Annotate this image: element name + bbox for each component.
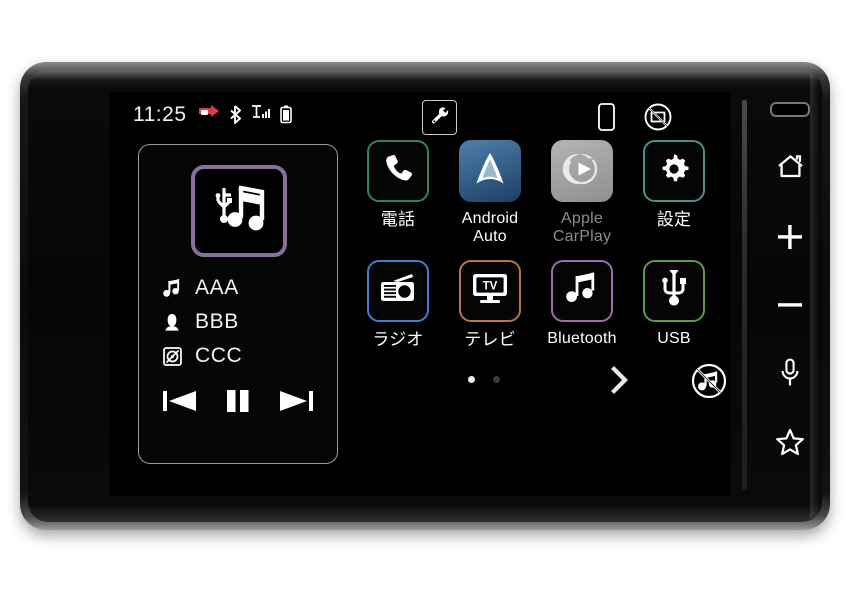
home-icon xyxy=(777,154,804,184)
page-dot-2[interactable] xyxy=(493,376,500,383)
music-note-icon xyxy=(161,278,183,298)
usb-music-icon xyxy=(210,182,268,241)
carplay-icon xyxy=(562,149,602,194)
app-row-2: ラジオ TV テレビ Bluetooth USB xyxy=(360,259,712,349)
app-label-usb: USB xyxy=(657,329,691,347)
signal-strength-icon xyxy=(251,104,271,124)
app-label-phone: 電話 xyxy=(380,210,416,229)
hardware-button-column xyxy=(754,90,822,498)
media-player-card[interactable]: AAA BBB CCC xyxy=(138,144,338,464)
app-tile-phone[interactable] xyxy=(367,140,429,202)
app-android-auto[interactable]: Android Auto xyxy=(452,140,528,246)
page-indicator xyxy=(468,376,500,383)
transport-controls xyxy=(149,387,327,415)
sd-card-slot[interactable] xyxy=(770,102,810,117)
android-auto-icon xyxy=(472,150,508,193)
volume-up-button[interactable] xyxy=(754,216,822,262)
tool-settings-button[interactable] xyxy=(422,100,457,135)
media-row-album: CCC xyxy=(161,339,321,373)
radio-icon xyxy=(379,272,417,309)
volume-down-button[interactable] xyxy=(754,284,822,330)
media-row-track: AAA xyxy=(161,271,321,305)
phone-icon xyxy=(381,152,415,191)
app-label-tv: テレビ xyxy=(464,329,516,349)
app-radio[interactable]: ラジオ xyxy=(360,259,436,349)
svg-text:TV: TV xyxy=(483,281,498,293)
display-off-icon[interactable] xyxy=(643,102,673,137)
device-inner-bezel: 11:25 AAA BBB CCC 電話 Android Auto Apple … xyxy=(28,70,822,522)
microphone-icon xyxy=(779,358,801,393)
next-track-button[interactable] xyxy=(276,387,316,415)
artist-icon xyxy=(161,312,183,332)
app-phone[interactable]: 電話 xyxy=(360,140,436,246)
minus-icon xyxy=(776,291,804,324)
app-tile-android-auto[interactable] xyxy=(459,140,521,202)
home-button[interactable] xyxy=(754,146,822,192)
app-tile-apple-carplay[interactable] xyxy=(551,140,613,202)
bluetooth-icon xyxy=(229,104,242,124)
usb-icon xyxy=(660,269,688,312)
app-tile-usb[interactable] xyxy=(643,259,705,322)
app-label-settings: 設定 xyxy=(656,210,692,229)
touchscreen[interactable]: 11:25 AAA BBB CCC 電話 Android Auto Apple … xyxy=(110,92,730,496)
battery-icon xyxy=(280,105,292,124)
media-metadata: AAA BBB CCC xyxy=(161,271,321,373)
mute-button[interactable] xyxy=(690,362,728,405)
app-label-text: Apple CarPlay xyxy=(552,210,612,245)
app-tv[interactable]: TV テレビ xyxy=(452,259,528,349)
screenshot-root: 11:25 AAA BBB CCC 電話 Android Auto Apple … xyxy=(0,0,850,600)
app-label-radio: ラジオ xyxy=(372,329,424,349)
media-track-title: AAA xyxy=(195,276,239,299)
previous-track-button[interactable] xyxy=(160,387,200,415)
wrench-icon xyxy=(429,104,451,131)
star-icon xyxy=(775,428,805,462)
next-page-button[interactable] xyxy=(607,364,633,401)
bezel-highlight xyxy=(28,70,822,80)
app-label-android-auto: Android Auto xyxy=(462,210,519,246)
app-apple-carplay[interactable]: Apple CarPlay xyxy=(544,140,620,246)
app-settings[interactable]: 設定 xyxy=(636,140,712,246)
app-row-1: 電話 Android Auto Apple CarPlay 設定 xyxy=(360,140,712,246)
app-tile-bluetooth[interactable] xyxy=(551,259,613,322)
media-artist: BBB xyxy=(195,310,239,333)
app-tile-radio[interactable] xyxy=(367,259,429,322)
status-right-icons xyxy=(598,102,673,137)
gear-icon xyxy=(657,152,691,191)
music-note-icon xyxy=(565,270,599,311)
footer-bar xyxy=(360,360,730,404)
pause-button[interactable] xyxy=(222,387,254,415)
media-album: CCC xyxy=(195,344,243,367)
tv-icon: TV xyxy=(471,271,509,310)
album-art xyxy=(191,165,287,257)
app-bluetooth[interactable]: Bluetooth xyxy=(544,259,620,349)
plus-icon xyxy=(776,223,804,256)
app-grid: 電話 Android Auto Apple CarPlay 設定 ラジオ TV … xyxy=(360,140,712,349)
app-label-apple-carplay: Apple CarPlay xyxy=(553,210,611,246)
favorite-button[interactable] xyxy=(754,422,822,468)
head-unit-device: 11:25 AAA BBB CCC 電話 Android Auto Apple … xyxy=(20,62,830,530)
voice-button[interactable] xyxy=(754,352,822,398)
etc-card-icon xyxy=(198,104,220,124)
page-dot-1[interactable] xyxy=(468,376,475,383)
clock: 11:25 xyxy=(133,103,187,126)
status-bar: 11:25 xyxy=(110,92,730,144)
screen-edge-strip-right xyxy=(742,100,747,490)
app-label-text: Android Auto xyxy=(461,210,519,245)
smartphone-icon[interactable] xyxy=(598,103,615,136)
app-tile-tv[interactable]: TV xyxy=(459,259,521,322)
media-row-artist: BBB xyxy=(161,305,321,339)
status-icons xyxy=(198,104,292,124)
app-tile-settings[interactable] xyxy=(643,140,705,202)
app-label-bluetooth: Bluetooth xyxy=(547,329,617,347)
app-usb[interactable]: USB xyxy=(636,259,712,349)
album-icon xyxy=(161,346,183,366)
